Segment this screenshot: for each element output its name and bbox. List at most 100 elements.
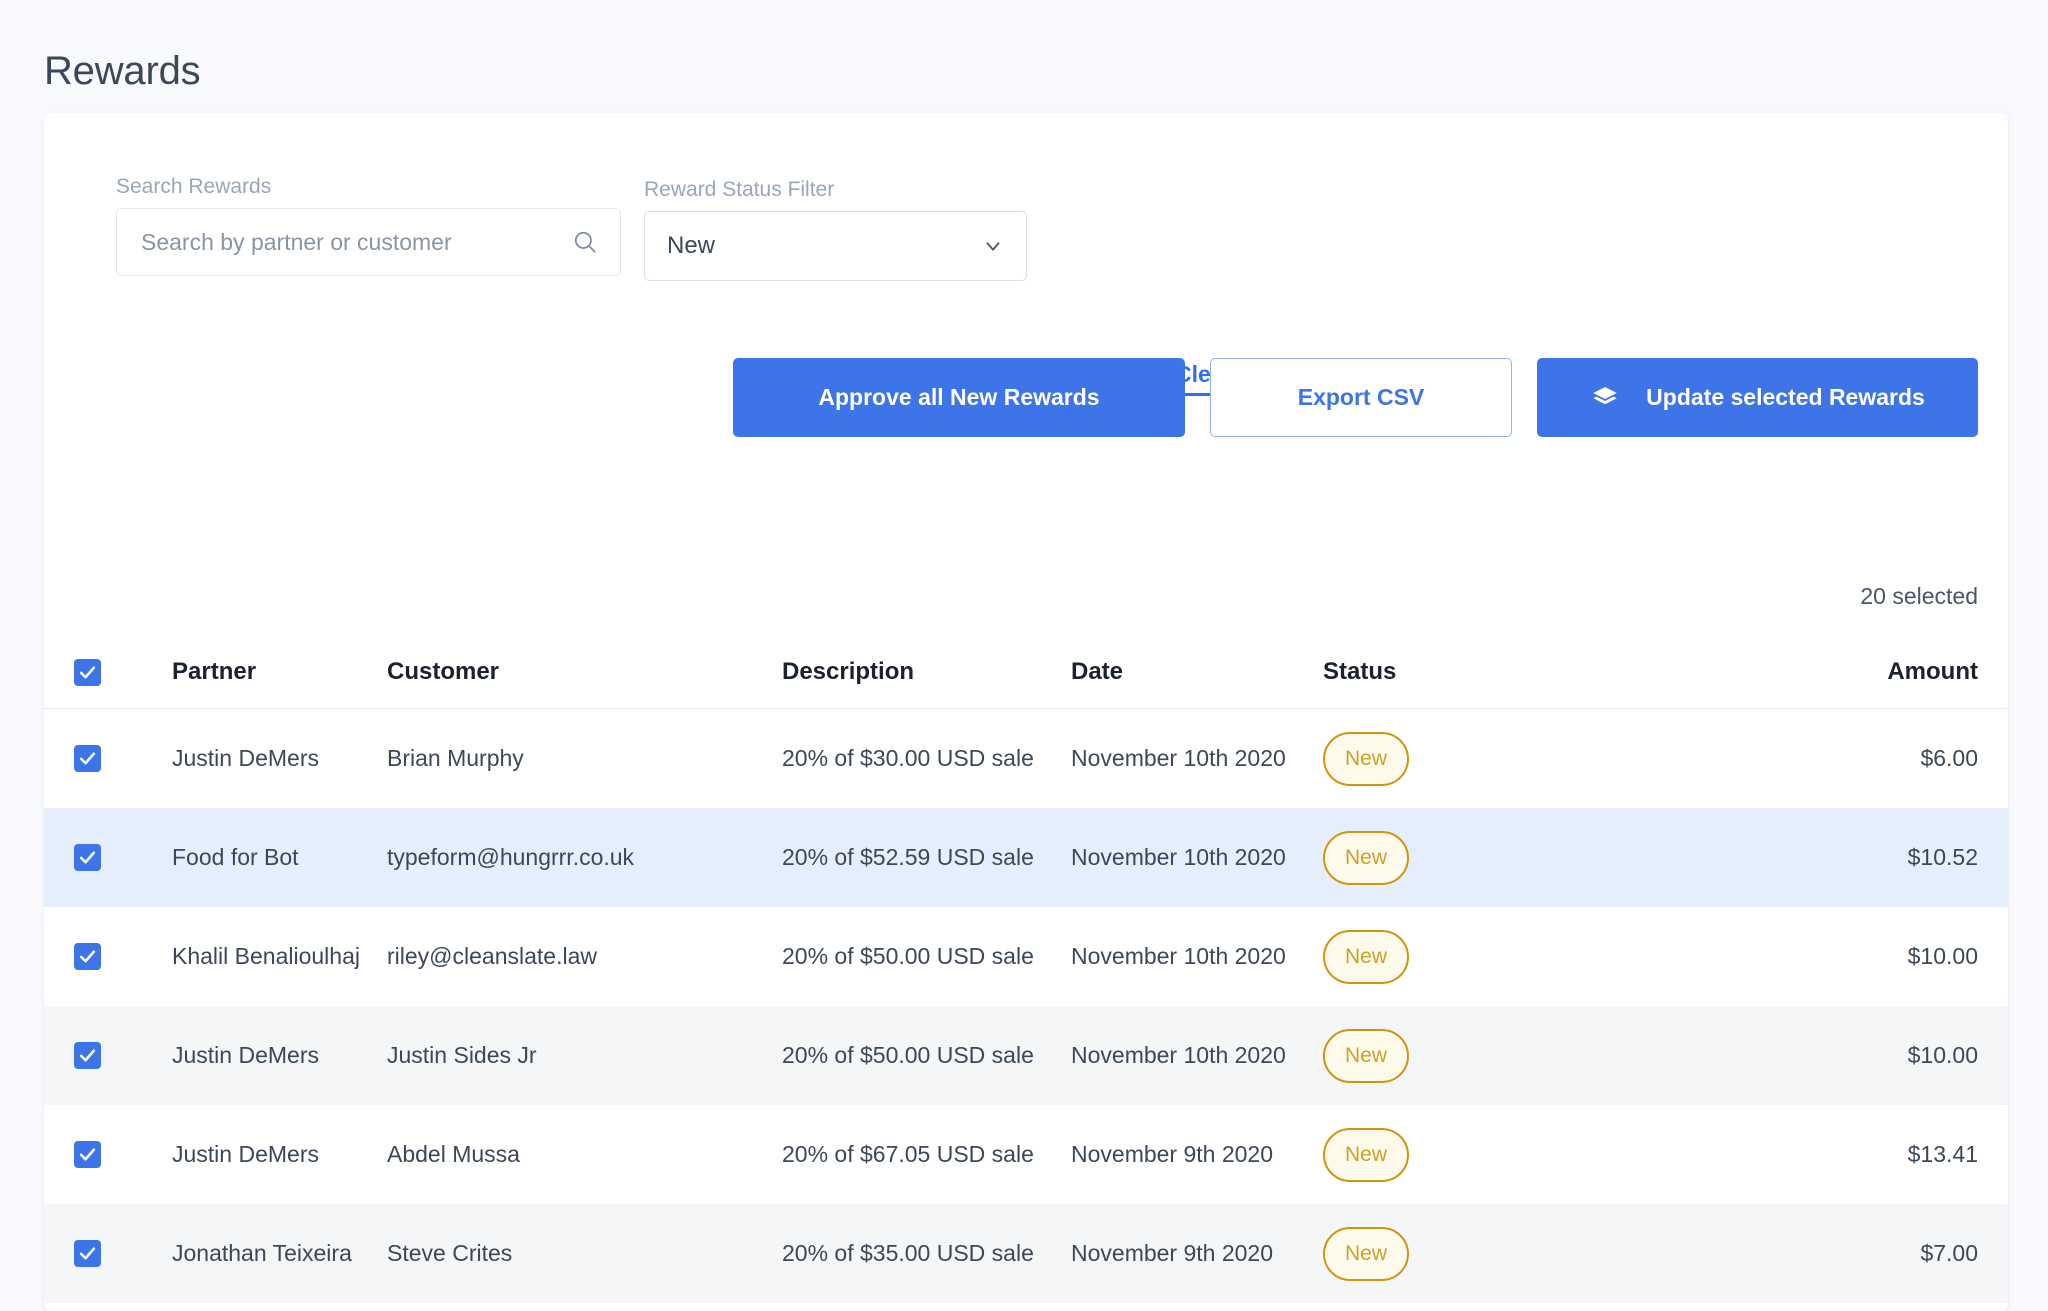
table-row[interactable]: Khalil Benalioulhaj riley@cleanslate.law 2… <box>44 907 2008 1006</box>
status-filter-label: Reward Status Filter <box>644 178 835 201</box>
table-header-row: Partner Customer Description Date Status… <box>44 627 2008 709</box>
search-icon <box>572 229 598 255</box>
row-checkbox[interactable] <box>74 745 101 772</box>
row-checkbox[interactable] <box>74 1042 101 1069</box>
row-checkbox[interactable] <box>74 844 101 871</box>
column-header-description: Description <box>782 658 915 685</box>
page-title: Rewards <box>44 48 201 93</box>
approve-all-new-rewards-button[interactable]: Approve all New Rewards <box>733 358 1185 437</box>
table-row[interactable]: Jonathan Teixeira Steve Crites 20% of $35.… <box>44 1204 2008 1303</box>
search-field-group: Search Rewards <box>116 175 621 276</box>
search-label: Search Rewards <box>116 175 272 198</box>
amount-value: $7.00 <box>1920 1240 1978 1266</box>
layers-icon <box>1590 383 1620 413</box>
amount-value: $6.00 <box>1920 745 1978 771</box>
rewards-table: Partner Customer Description Date Status… <box>44 627 2008 1311</box>
cell-date: November 10th 2020 <box>1071 943 1286 969</box>
status-filter-group: Reward Status Filter New <box>644 178 1027 281</box>
cell-date: November 10th 2020 <box>1071 745 1286 771</box>
amount-value: $10.52 <box>1907 844 1978 870</box>
cell-partner: Jonathan Teixeira <box>172 1240 352 1266</box>
row-select-cell <box>74 1141 172 1168</box>
cell-customer: Abdel Mussa <box>387 1141 520 1167</box>
cell-date: November 10th 2020 <box>1071 1042 1286 1068</box>
table-row[interactable]: Justin DeMers Brian Murphy 20% of $30.00 U… <box>44 709 2008 808</box>
row-select-cell <box>74 844 172 871</box>
cell-customer: Steve Crites <box>387 1240 513 1266</box>
row-select-cell <box>74 745 172 772</box>
table-row[interactable]: Justin DeMers Justin Sides Jr 20% of $50.0… <box>44 1006 2008 1105</box>
status-badge: New <box>1323 1028 1410 1083</box>
cell-date: November 9th 2020 <box>1071 1240 1274 1266</box>
status-badge: New <box>1323 830 1410 885</box>
rewards-page: Rewards Search Rewards Reward Status Fil… <box>0 0 2048 1311</box>
cell-status: New <box>1323 830 1519 885</box>
sort-by-date[interactable]: Date <box>1071 658 1123 685</box>
cell-amount: $6.00 <box>1519 745 1978 772</box>
cell-status: New <box>1323 929 1519 984</box>
cell-description: 20% of $35.00 USD sale <box>782 1240 1034 1266</box>
cell-amount: $10.52 <box>1519 844 1978 871</box>
cell-partner: Khalil Benalioulhaj <box>172 943 360 969</box>
cell-partner: Justin DeMers <box>172 745 319 771</box>
export-csv-button[interactable]: Export CSV <box>1210 358 1512 437</box>
table-row[interactable]: Tony VenturaCaio Guijarro20% of $30.00 U… <box>44 1303 2008 1311</box>
column-header-date: Date <box>1071 658 1323 686</box>
row-checkbox[interactable] <box>74 1240 101 1267</box>
cell-amount: $13.41 <box>1519 1141 1978 1168</box>
cell-status: New <box>1323 731 1519 786</box>
cell-description: 20% of $67.05 USD sale <box>782 1141 1034 1167</box>
cell-amount: $10.00 <box>1519 1042 1978 1069</box>
cell-partner: Justin DeMers <box>172 1042 319 1068</box>
status-filter-select[interactable]: New <box>644 211 1027 281</box>
search-input[interactable] <box>139 227 572 257</box>
status-badge: New <box>1323 1226 1410 1281</box>
amount-value: $13.41 <box>1907 1141 1978 1167</box>
selected-count: 20 selected <box>1860 583 1978 609</box>
table-body: Justin DeMers Brian Murphy 20% of $30.00 U… <box>44 709 2008 1311</box>
cell-description: 20% of $50.00 USD sale <box>782 1042 1034 1068</box>
cell-partner: Justin DeMers <box>172 1141 319 1167</box>
cell-amount: $7.00 <box>1519 1240 1978 1267</box>
table-row[interactable]: Justin DeMers Abdel Mussa 20% of $67.05 US… <box>44 1105 2008 1204</box>
cell-description: 20% of $52.59 USD sale <box>782 844 1034 870</box>
cell-customer: typeform@hungrrr.co.uk <box>387 844 635 870</box>
sort-by-amount[interactable]: Amount <box>1887 658 1978 685</box>
cell-status: New <box>1323 1127 1519 1182</box>
cell-customer: riley@cleanslate.law <box>387 943 597 969</box>
cell-status: New <box>1323 1226 1519 1281</box>
chevron-down-icon <box>982 235 1004 257</box>
amount-value: $10.00 <box>1907 1042 1978 1068</box>
select-all-cell <box>74 659 172 686</box>
row-checkbox[interactable] <box>74 1141 101 1168</box>
filters-section: Search Rewards Reward Status Filter New <box>44 113 2008 609</box>
cell-partner: Food for Bot <box>172 844 299 870</box>
column-header-partner: Partner <box>172 658 257 685</box>
row-checkbox[interactable] <box>74 943 101 970</box>
status-badge: New <box>1323 731 1410 786</box>
table-actions: Approve all New Rewards Export CSV Updat… <box>733 358 1978 437</box>
status-filter-value: New <box>667 232 716 259</box>
cell-status: New <box>1323 1028 1519 1083</box>
table-row[interactable]: Food for Bot typeform@hungrrr.co.uk 20% of… <box>44 808 2008 907</box>
cell-description: 20% of $50.00 USD sale <box>782 943 1034 969</box>
cell-customer: Justin Sides Jr <box>387 1042 537 1068</box>
search-box[interactable] <box>116 208 621 276</box>
cell-customer: Brian Murphy <box>387 745 524 771</box>
cell-date: November 10th 2020 <box>1071 844 1286 870</box>
column-header-amount: Amount <box>1519 658 1978 686</box>
update-selected-rewards-label: Update selected Rewards <box>1646 384 1925 411</box>
cell-date: November 9th 2020 <box>1071 1141 1274 1167</box>
cell-amount: $10.00 <box>1519 943 1978 970</box>
row-select-cell <box>74 943 172 970</box>
column-header-customer: Customer <box>387 658 500 685</box>
cell-description: 20% of $30.00 USD sale <box>782 745 1034 771</box>
rewards-card: Search Rewards Reward Status Filter New <box>44 113 2008 1311</box>
status-badge: New <box>1323 929 1410 984</box>
column-header-status: Status <box>1323 658 1397 685</box>
update-selected-rewards-button[interactable]: Update selected Rewards <box>1537 358 1978 437</box>
row-select-cell <box>74 1042 172 1069</box>
select-all-checkbox[interactable] <box>74 659 101 686</box>
row-select-cell <box>74 1240 172 1267</box>
status-badge: New <box>1323 1127 1410 1182</box>
